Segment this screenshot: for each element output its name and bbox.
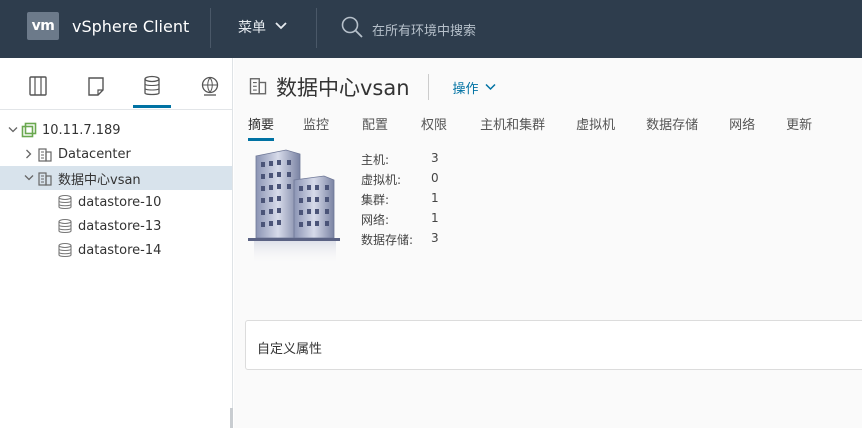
tab-permissions[interactable]: 权限 bbox=[421, 114, 447, 141]
vmware-logo[interactable]: vm bbox=[27, 12, 59, 40]
tree-item-vcenter[interactable]: 10.11.7.189 bbox=[0, 118, 232, 142]
stat-value: 1 bbox=[431, 211, 439, 225]
datastore-icon bbox=[56, 193, 74, 211]
stat-value: 1 bbox=[431, 191, 439, 205]
datastore-icon bbox=[56, 217, 74, 235]
title-divider bbox=[427, 74, 429, 100]
tree-item-datacenter[interactable]: Datacenter bbox=[0, 142, 232, 166]
stat-value: 0 bbox=[431, 171, 439, 185]
stat-row-datastores: 数据存储: 3 bbox=[361, 231, 439, 251]
actions-button[interactable]: 操作 bbox=[453, 78, 496, 97]
tab-datastores[interactable]: 数据存储 bbox=[646, 114, 698, 141]
tab-bar: 摘要 监控 配置 权限 主机和集群 虚拟机 数据存储 网络 更新 bbox=[248, 114, 812, 141]
vcenter-icon bbox=[20, 121, 38, 139]
search-input[interactable]: 在所有环境中搜索 bbox=[372, 20, 476, 39]
datacenter-illustration bbox=[248, 148, 340, 272]
datacenter-icon bbox=[36, 169, 54, 187]
app-title[interactable]: vSphere Client bbox=[72, 17, 189, 36]
datacenter-icon bbox=[248, 75, 268, 99]
stat-value: 3 bbox=[431, 151, 439, 165]
hosts-clusters-icon[interactable] bbox=[25, 74, 51, 98]
actions-label: 操作 bbox=[452, 81, 479, 97]
tab-hosts-clusters[interactable]: 主机和集群 bbox=[480, 114, 545, 141]
tab-summary[interactable]: 摘要 bbox=[248, 114, 275, 141]
stat-row-vms: 虚拟机: 0 bbox=[361, 171, 439, 191]
datastore-icon bbox=[56, 241, 74, 259]
stat-row-clusters: 集群: 1 bbox=[361, 191, 439, 211]
custom-attributes-card[interactable]: 自定义属性 bbox=[245, 320, 862, 370]
stat-row-hosts: 主机: 3 bbox=[361, 151, 439, 171]
storage-icon[interactable] bbox=[133, 74, 171, 108]
tab-configure[interactable]: 配置 bbox=[362, 114, 388, 141]
tree-item-datastore[interactable]: datastore-10 bbox=[0, 190, 232, 214]
page-header: 数据中心vsan 操作 bbox=[248, 72, 496, 102]
stat-label: 虚拟机: bbox=[361, 173, 402, 187]
tree-item-label: Datacenter bbox=[58, 146, 131, 162]
summary-stats: 主机: 3 虚拟机: 0 集群: 1 网络: 1 数据存储: 3 bbox=[361, 151, 439, 251]
chevron-down-icon bbox=[274, 19, 288, 35]
menu-label: 菜单 bbox=[238, 20, 266, 36]
tab-updates[interactable]: 更新 bbox=[786, 114, 812, 141]
chevron-right-icon[interactable] bbox=[22, 149, 36, 159]
chevron-down-icon[interactable] bbox=[22, 174, 36, 182]
stat-row-networks: 网络: 1 bbox=[361, 211, 439, 231]
stat-label: 主机: bbox=[361, 153, 390, 167]
tree-item-label: 10.11.7.189 bbox=[42, 122, 121, 138]
stat-label: 集群: bbox=[361, 193, 390, 207]
tree-item-datastore[interactable]: datastore-13 bbox=[0, 214, 232, 238]
tree-item-label: datastore-14 bbox=[78, 242, 162, 258]
header-divider bbox=[210, 8, 211, 48]
top-bar: vm vSphere Client 菜单 在所有环境中搜索 bbox=[0, 0, 862, 58]
datacenter-icon bbox=[36, 145, 54, 163]
search-icon bbox=[340, 15, 364, 43]
card-title: 自定义属性 bbox=[257, 342, 323, 357]
tab-vms[interactable]: 虚拟机 bbox=[576, 114, 615, 141]
tree-item-label: datastore-13 bbox=[78, 218, 162, 234]
inventory-tree: 10.11.7.189 Datacenter 数据中心vsan datastor… bbox=[0, 118, 232, 262]
stat-label: 数据存储: bbox=[361, 233, 414, 247]
tree-item-label: datastore-10 bbox=[78, 194, 162, 210]
global-search[interactable]: 在所有环境中搜索 bbox=[340, 15, 476, 43]
page-title: 数据中心vsan bbox=[276, 76, 410, 100]
tree-item-datastore[interactable]: datastore-14 bbox=[0, 238, 232, 262]
scrollbar[interactable] bbox=[230, 408, 233, 428]
header-divider bbox=[316, 8, 317, 48]
menu-button[interactable]: 菜单 bbox=[238, 17, 288, 37]
networking-icon[interactable] bbox=[197, 74, 223, 98]
main-content: 数据中心vsan 操作 摘要 监控 配置 权限 主机和集群 虚拟机 数据存储 网… bbox=[234, 58, 862, 428]
vms-templates-icon[interactable] bbox=[83, 74, 109, 98]
chevron-down-icon[interactable] bbox=[6, 126, 20, 134]
tree-item-datacenter-vsan[interactable]: 数据中心vsan bbox=[0, 166, 232, 190]
navigator-tabs bbox=[0, 58, 232, 110]
tab-networks[interactable]: 网络 bbox=[729, 114, 755, 141]
stat-label: 网络: bbox=[361, 213, 390, 227]
stat-value: 3 bbox=[431, 231, 439, 245]
tab-monitor[interactable]: 监控 bbox=[303, 114, 329, 141]
tree-item-label: 数据中心vsan bbox=[58, 172, 141, 188]
chevron-down-icon bbox=[485, 80, 496, 95]
navigator-panel: 10.11.7.189 Datacenter 数据中心vsan datastor… bbox=[0, 58, 233, 428]
